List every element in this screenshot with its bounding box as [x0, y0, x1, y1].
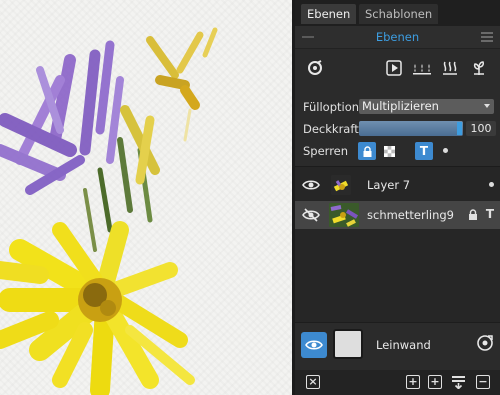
painting-canvas[interactable]: [0, 0, 292, 395]
merge-down-icon[interactable]: [452, 376, 465, 390]
drops-icon[interactable]: [411, 58, 433, 78]
panel-tabs: Ebenen Schablonen: [295, 0, 500, 26]
canvas-visibility-button[interactable]: [301, 332, 327, 358]
delete-layer-icon[interactable]: ×: [306, 375, 320, 389]
lock-icon: [363, 145, 371, 157]
paper-settings-icon[interactable]: [476, 334, 494, 355]
layer-thumbnail: [329, 203, 359, 227]
layer-name: schmetterling9: [367, 208, 454, 222]
locks-label: Sperren: [303, 144, 349, 158]
opacity-slider-handle[interactable]: [457, 122, 462, 135]
opacity-label: Deckkraft: [303, 122, 359, 136]
menu-icon[interactable]: [481, 32, 493, 42]
lock-transparency-button[interactable]: [380, 142, 398, 160]
layer-lock-icon: [468, 209, 478, 223]
add-layer-icon[interactable]: +: [406, 375, 420, 389]
layers-list: Layer 7 schmetterling9 T: [295, 166, 500, 322]
brush-settings-icon[interactable]: [305, 58, 325, 78]
layer-row-selected[interactable]: schmetterling9 T: [295, 201, 500, 229]
visibility-hidden-icon[interactable]: [300, 204, 322, 226]
visibility-eye-icon: [305, 340, 323, 350]
layer-thumbnail: [331, 175, 351, 195]
checker-icon: [383, 145, 395, 157]
layers-panel: Ebenen Schablonen Ebenen Fülloption Mult…: [295, 0, 500, 395]
blend-mode-select[interactable]: Multiplizieren: [359, 99, 494, 114]
blend-mode-value: Multiplizieren: [362, 99, 439, 113]
fill-option-label: Fülloption: [303, 100, 359, 114]
layer-name: Layer 7: [367, 178, 411, 192]
remove-layer-icon[interactable]: −: [476, 375, 490, 389]
heat-icon[interactable]: [440, 58, 460, 78]
lock-text-button[interactable]: T: [415, 142, 433, 160]
visibility-eye-icon[interactable]: [300, 174, 322, 196]
tab-ebenen[interactable]: Ebenen: [301, 4, 357, 24]
opacity-slider[interactable]: [359, 121, 463, 136]
playback-icon[interactable]: [384, 58, 404, 78]
plant-icon[interactable]: [469, 58, 489, 78]
lock-indicator-dot: [443, 148, 448, 153]
layer-indicator-dot: [489, 182, 494, 187]
panel-title: Ebenen: [375, 30, 420, 44]
chevron-down-icon: [484, 104, 490, 108]
tab-schablonen[interactable]: Schablonen: [359, 4, 439, 24]
opacity-value[interactable]: 100: [466, 121, 496, 136]
layer-text-lock-icon: T: [485, 207, 494, 221]
text-icon: T: [419, 144, 429, 158]
duplicate-layer-icon[interactable]: +: [428, 375, 442, 389]
flower-painting: [0, 27, 218, 395]
layer-row[interactable]: Layer 7: [295, 171, 500, 199]
panel-header: Ebenen: [295, 26, 500, 49]
canvas-thumbnail: [333, 329, 363, 359]
canvas-layer-name: Leinwand: [376, 338, 431, 352]
canvas-layer-row[interactable]: Leinwand: [295, 322, 500, 367]
opacity-slider-fill: [359, 121, 463, 136]
lock-pixels-button[interactable]: [358, 142, 376, 160]
layers-bottom-toolbar: × + + −: [295, 370, 500, 395]
